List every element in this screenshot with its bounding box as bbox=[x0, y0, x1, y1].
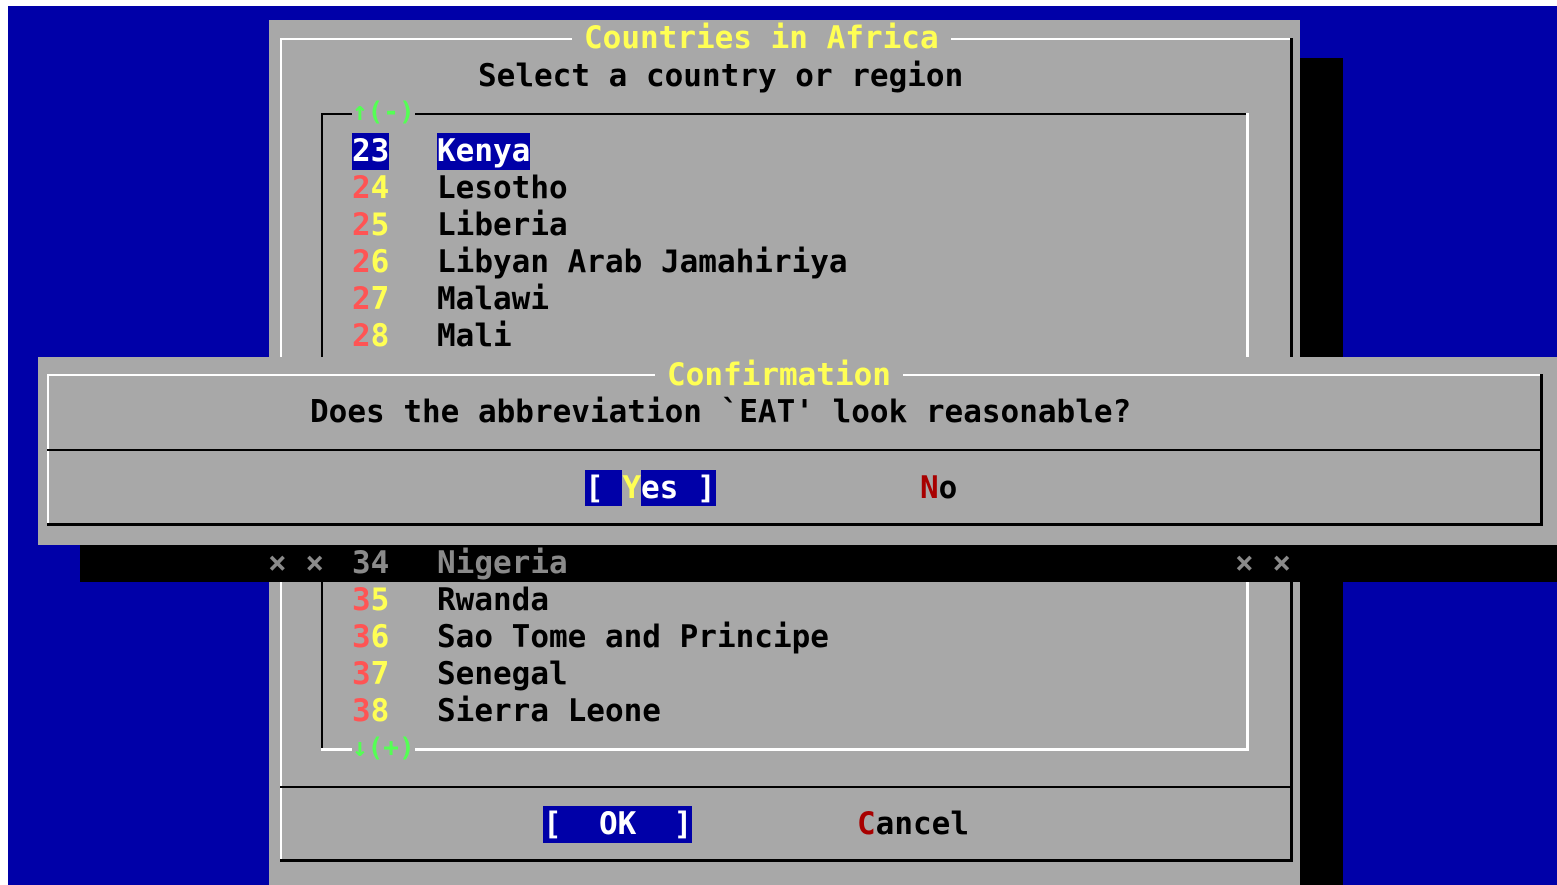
item-number: 24 bbox=[352, 170, 390, 206]
item-number: 28 bbox=[352, 318, 390, 354]
cancel-label-rest: ancel bbox=[875, 806, 969, 842]
no-label-rest: o bbox=[938, 470, 958, 506]
item-label: Senegal bbox=[437, 656, 568, 692]
main-dialog-title: Countries in Africa bbox=[572, 20, 951, 57]
shadow-marks-left: × × bbox=[268, 545, 324, 581]
confirm-question: Does the abbreviation `EAT' look reasona… bbox=[310, 394, 1132, 430]
scroll-down-indicator: ↓(+) bbox=[352, 733, 415, 763]
shadowed-item-number: 34 bbox=[352, 545, 390, 581]
yes-open-bracket: [ bbox=[585, 470, 623, 506]
yes-button[interactable]: [ Yes ] bbox=[585, 470, 716, 507]
main-dialog-prompt: Select a country or region bbox=[478, 58, 964, 94]
item-number: 35 bbox=[352, 582, 390, 618]
item-label: Sao Tome and Principe bbox=[437, 619, 829, 655]
item-label: Kenya bbox=[437, 133, 531, 170]
item-number: 25 bbox=[352, 207, 390, 243]
shadow-marks-right: × × bbox=[1235, 545, 1291, 581]
shadowed-item-label: Nigeria bbox=[437, 545, 568, 581]
item-label: Rwanda bbox=[437, 582, 549, 618]
yes-hotkey: Y bbox=[622, 470, 641, 506]
confirm-dialog-title: Confirmation bbox=[655, 357, 903, 394]
item-number: 26 bbox=[352, 244, 390, 280]
item-label: Liberia bbox=[437, 207, 568, 243]
cancel-hotkey: C bbox=[857, 806, 876, 842]
cancel-button[interactable]: Cancel bbox=[857, 806, 969, 843]
no-hotkey: N bbox=[920, 470, 939, 506]
no-button[interactable]: No bbox=[920, 470, 957, 507]
item-label: Sierra Leone bbox=[437, 693, 661, 729]
item-label: Malawi bbox=[437, 281, 549, 317]
item-number: 38 bbox=[352, 693, 390, 729]
item-number: 37 bbox=[352, 656, 390, 692]
item-label: Lesotho bbox=[437, 170, 568, 206]
item-label: Libyan Arab Jamahiriya bbox=[437, 244, 848, 280]
item-number: 36 bbox=[352, 619, 390, 655]
item-number: 27 bbox=[352, 281, 390, 317]
ok-button[interactable]: [ OK ] bbox=[543, 806, 693, 843]
yes-label-rest: es ] bbox=[641, 470, 716, 506]
item-number: 23 bbox=[352, 133, 390, 170]
item-label: Mali bbox=[437, 318, 512, 354]
scroll-up-indicator: ↑(-) bbox=[352, 97, 415, 127]
